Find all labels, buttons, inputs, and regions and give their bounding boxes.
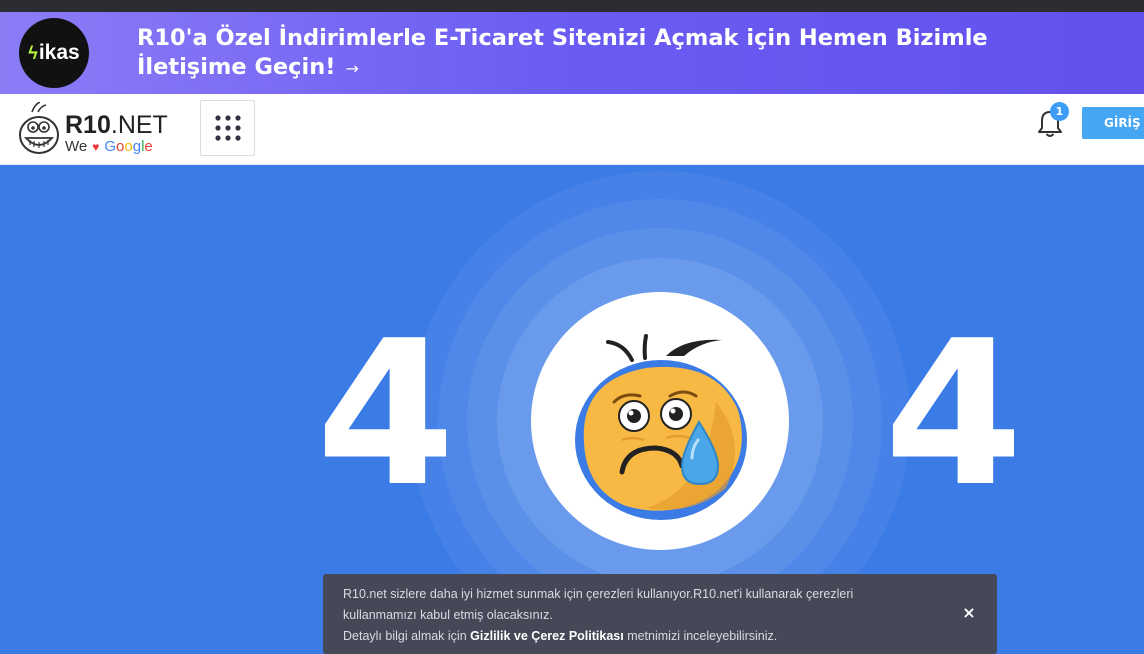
mascot-icon (19, 102, 59, 154)
bolt-icon: ϟ (28, 42, 38, 63)
digit-four-left: 4 (316, 298, 456, 531)
grid-dots-icon (214, 115, 241, 141)
cookie-text-line2: kullanmamızı kabul etmiş olacaksınız. (343, 608, 553, 622)
promo-banner[interactable]: ϟ ikas R10'a Özel İndirimlerle E-Ticaret … (0, 12, 1144, 94)
cookie-text-line3: Detaylı bilgi almak için Gizlilik ve Çer… (343, 629, 778, 643)
banner-text[interactable]: R10'a Özel İndirimlerle E-Ticaret Siteni… (137, 24, 1057, 83)
digit-four-right: 4 (884, 298, 1024, 531)
close-icon[interactable]: × (961, 604, 977, 622)
heart-icon: ♥ (92, 140, 100, 154)
login-button[interactable]: GİRİŞ Y (1082, 107, 1144, 139)
logo-name: R10.NET (65, 111, 168, 139)
r10-logo[interactable]: R10.NET We ♥ Google (18, 102, 178, 158)
site-header: R10.NET We♥Google GİRİŞ Y (0, 94, 1144, 165)
apps-menu-button[interactable] (200, 100, 255, 156)
ikas-logo: ϟ ikas (19, 18, 89, 88)
cookie-consent-banner: R10.net sizlere daha iyi hizmet sunmak i… (323, 574, 997, 654)
google-word: Google (104, 138, 153, 155)
privacy-policy-link[interactable]: Gizlilik ve Çerez Politikası (470, 629, 624, 643)
banner-message[interactable]: R10'a Özel İndirimlerle E-Ticaret Siteni… (137, 25, 988, 80)
cookie-text-line1: R10.net sizlere daha iyi hizmet sunmak i… (343, 587, 854, 601)
sad-crying-face-icon (575, 334, 747, 520)
arrow-right-icon: → (345, 59, 359, 78)
browser-top-strip (0, 0, 1144, 12)
ikas-logo-text: ikas (38, 41, 80, 64)
notification-badge: 1 (1050, 102, 1069, 121)
logo-tagline: We ♥ Google (65, 138, 153, 155)
